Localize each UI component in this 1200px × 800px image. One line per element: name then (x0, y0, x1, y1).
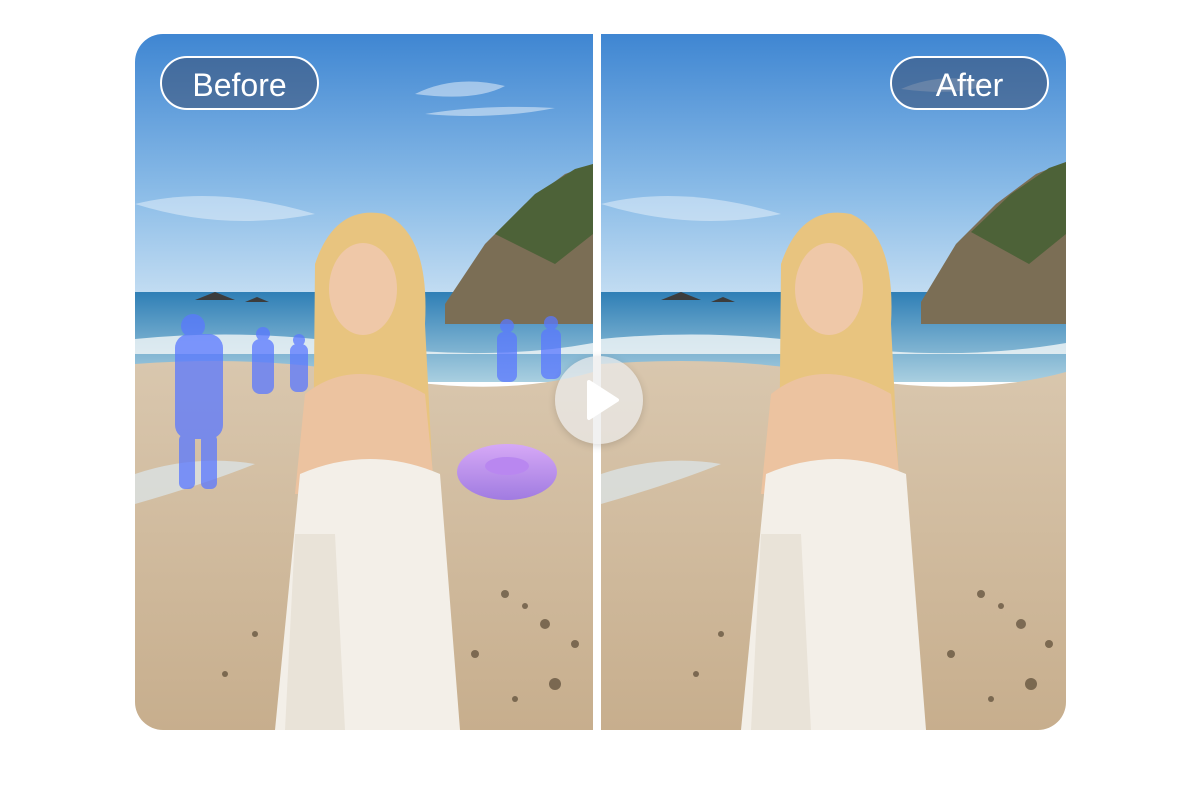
play-icon (587, 380, 619, 420)
before-image-panel: Before (135, 34, 593, 730)
before-label: Before (160, 56, 319, 110)
play-button[interactable] (555, 356, 643, 444)
after-beach-image (601, 34, 1066, 730)
after-image-panel: After (601, 34, 1066, 730)
before-beach-image (135, 34, 593, 730)
after-label: After (890, 56, 1049, 110)
